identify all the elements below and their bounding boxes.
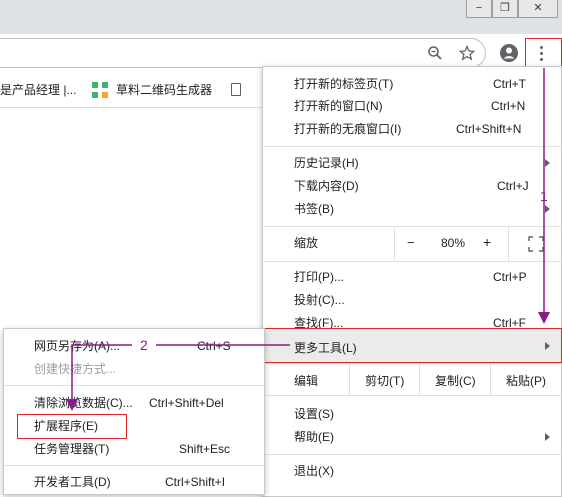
submenu-item-dev-tools[interactable]: 开发者工具(D) Ctrl+Shift+I [34,471,262,493]
menu-item-history[interactable]: 历史记录(H) [294,152,556,174]
menu-item-label: 打开新的标签页(T) [294,77,394,91]
menu-item-label: 投射(C)... [294,293,345,307]
menu-divider [263,261,561,262]
title-bar: − ❐ ✕ [0,0,562,34]
zoom-controls: − 80% + [394,226,562,261]
menu-item-bookmarks[interactable]: 书签(B) [294,198,556,220]
menu-item-label: 打印(P)... [294,270,344,284]
zoom-icon[interactable] [427,45,443,61]
menu-item-label: 开发者工具(D) [34,475,111,489]
star-icon[interactable] [459,45,475,61]
menu-edit-label: 编辑 [294,374,319,388]
submenu-item-create-shortcut: 创建快捷方式... [34,358,262,380]
menu-item-label: 下载内容(D) [294,179,359,193]
menu-item-exit[interactable]: 退出(X) [294,460,556,482]
menu-item-cast[interactable]: 投射(C)... [294,289,556,311]
paste-label: 粘贴(P) [506,374,546,388]
menu-button-highlight [525,38,562,68]
menu-item-label: 历史记录(H) [294,156,359,170]
copy-label: 复制(C) [435,374,476,388]
fullscreen-icon [528,236,544,252]
menu-item-label: 清除浏览数据(C)... [34,396,133,410]
menu-item-shortcut: Ctrl+N [491,99,526,113]
bookmark-item[interactable]: 草料二维码生成器 [116,74,212,107]
extensions-highlight [17,414,127,439]
zoom-level-value: 80% [441,236,466,250]
menu-item-shortcut: Ctrl+Shift+N [456,122,522,136]
menu-item-label: 退出(X) [294,464,334,478]
submenu-arrow-icon [545,205,550,213]
menu-item-help[interactable]: 帮助(E) [294,426,556,448]
menu-item-shortcut: Ctrl+S [197,339,231,353]
submenu-arrow-icon [545,159,550,167]
bookmark-item[interactable]: 是产品经理 |... [0,74,76,107]
submenu-item-save-page[interactable]: 网页另存为(A)... Ctrl+S [34,335,262,357]
more-tools-highlight [263,328,562,363]
restore-button[interactable]: ❐ [492,0,518,18]
page-icon[interactable] [231,83,241,96]
menu-item-label: 任务管理器(T) [34,442,110,456]
step2-label: 2 [140,337,148,353]
menu-item-shortcut: Ctrl+Shift+I [165,475,226,489]
menu-item-label: 打开新的无痕窗口(I) [294,122,402,136]
chrome-main-menu: 打开新的标签页(T) Ctrl+T 打开新的窗口(N) Ctrl+N 打开新的无… [262,66,562,497]
menu-item-shortcut: Ctrl+J [497,179,529,193]
address-bar[interactable] [0,38,486,68]
submenu-item-clear-data[interactable]: 清除浏览数据(C)... Ctrl+Shift+Del [34,392,262,414]
copy-button[interactable]: 复制(C) [419,363,491,395]
close-button[interactable]: ✕ [518,0,558,18]
menu-item-downloads[interactable]: 下载内容(D) Ctrl+J [294,175,556,197]
menu-item-label: 网页另存为(A)... [34,339,120,353]
cut-label: 剪切(T) [365,374,405,388]
profile-icon[interactable] [499,43,519,63]
menu-divider [263,454,561,455]
menu-divider [263,146,561,147]
menu-item-new-window[interactable]: 打开新的窗口(N) Ctrl+N [294,95,556,117]
cut-button[interactable]: 剪切(T) [349,363,420,395]
menu-item-shortcut: Ctrl+Shift+Del [149,396,224,410]
minimize-button[interactable]: − [466,0,492,18]
menu-divider [4,465,264,466]
menu-item-shortcut: Shift+Esc [179,442,231,456]
menu-item-label: 打开新的窗口(N) [294,99,383,113]
fullscreen-button[interactable] [508,226,562,261]
menu-divider [4,385,264,386]
menu-item-label: 创建快捷方式... [34,362,117,376]
menu-zoom-label: 缩放 [294,236,319,250]
menu-item-shortcut: Ctrl+T [493,77,526,91]
zoom-out-button[interactable]: − [407,235,415,250]
menu-item-print[interactable]: 打印(P)... Ctrl+P [294,266,556,288]
zoom-in-button[interactable]: + [483,234,491,250]
more-tools-submenu: 网页另存为(A)... Ctrl+S 创建快捷方式... 清除浏览数据(C)..… [3,328,265,495]
paste-button[interactable]: 粘贴(P) [490,363,562,395]
submenu-arrow-icon [545,433,550,441]
edit-controls: 剪切(T) 复制(C) 粘贴(P) [349,363,561,395]
step1-label: 1 [540,188,548,204]
menu-item-new-tab[interactable]: 打开新的标签页(T) Ctrl+T [294,73,556,95]
menu-divider [263,395,561,396]
qrcode-icon [92,82,108,98]
menu-item-settings[interactable]: 设置(S) [294,403,556,425]
menu-item-new-incognito[interactable]: 打开新的无痕窗口(I) Ctrl+Shift+N [294,118,556,140]
menu-item-shortcut: Ctrl+P [493,270,527,284]
submenu-item-task-manager[interactable]: 任务管理器(T) Shift+Esc [34,438,262,460]
menu-item-label: 书签(B) [294,202,334,216]
menu-item-label: 帮助(E) [294,430,334,444]
menu-item-label: 设置(S) [294,407,334,421]
